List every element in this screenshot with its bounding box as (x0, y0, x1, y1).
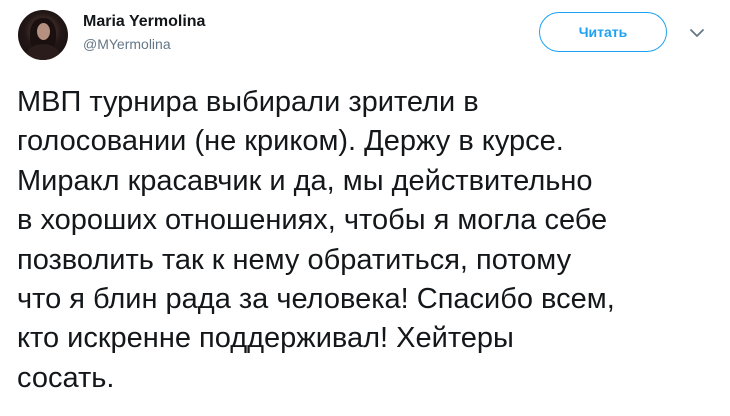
tweet-text-line: позволить так к нему обратиться, потому (17, 243, 572, 276)
tweet-text-line: МВП турнира выбирали зрители в (17, 86, 479, 118)
follow-button-label: Читать (578, 24, 628, 40)
follow-button[interactable]: Читать (539, 12, 667, 52)
tweet-text-line: что я блин рада за человека! Спасибо все… (17, 283, 615, 316)
tweet-text-line: Миракл красавчик и да, мы действительно (17, 164, 593, 197)
tweet-text-line: в хороших отношениях, чтобы я могла себе (17, 204, 608, 237)
tweet-text: МВП турнира выбирали зрители в голосован… (17, 83, 722, 398)
tweet-card: Maria Yermolina @MYermolina Читать МВП т… (0, 0, 730, 416)
chevron-down-icon[interactable] (688, 24, 706, 42)
author-name[interactable]: Maria Yermolina (83, 13, 205, 31)
tweet-text-line: сосать. (17, 361, 115, 394)
author-handle[interactable]: @MYermolina (83, 36, 171, 52)
tweet-text-line: кто искренне поддерживал! Хейтеры (17, 322, 514, 355)
avatar-body (26, 44, 60, 60)
avatar-face (37, 23, 50, 40)
tweet-text-line: голосовании (не криком). Держу в курсе. (17, 125, 564, 158)
author-avatar[interactable] (18, 10, 68, 60)
